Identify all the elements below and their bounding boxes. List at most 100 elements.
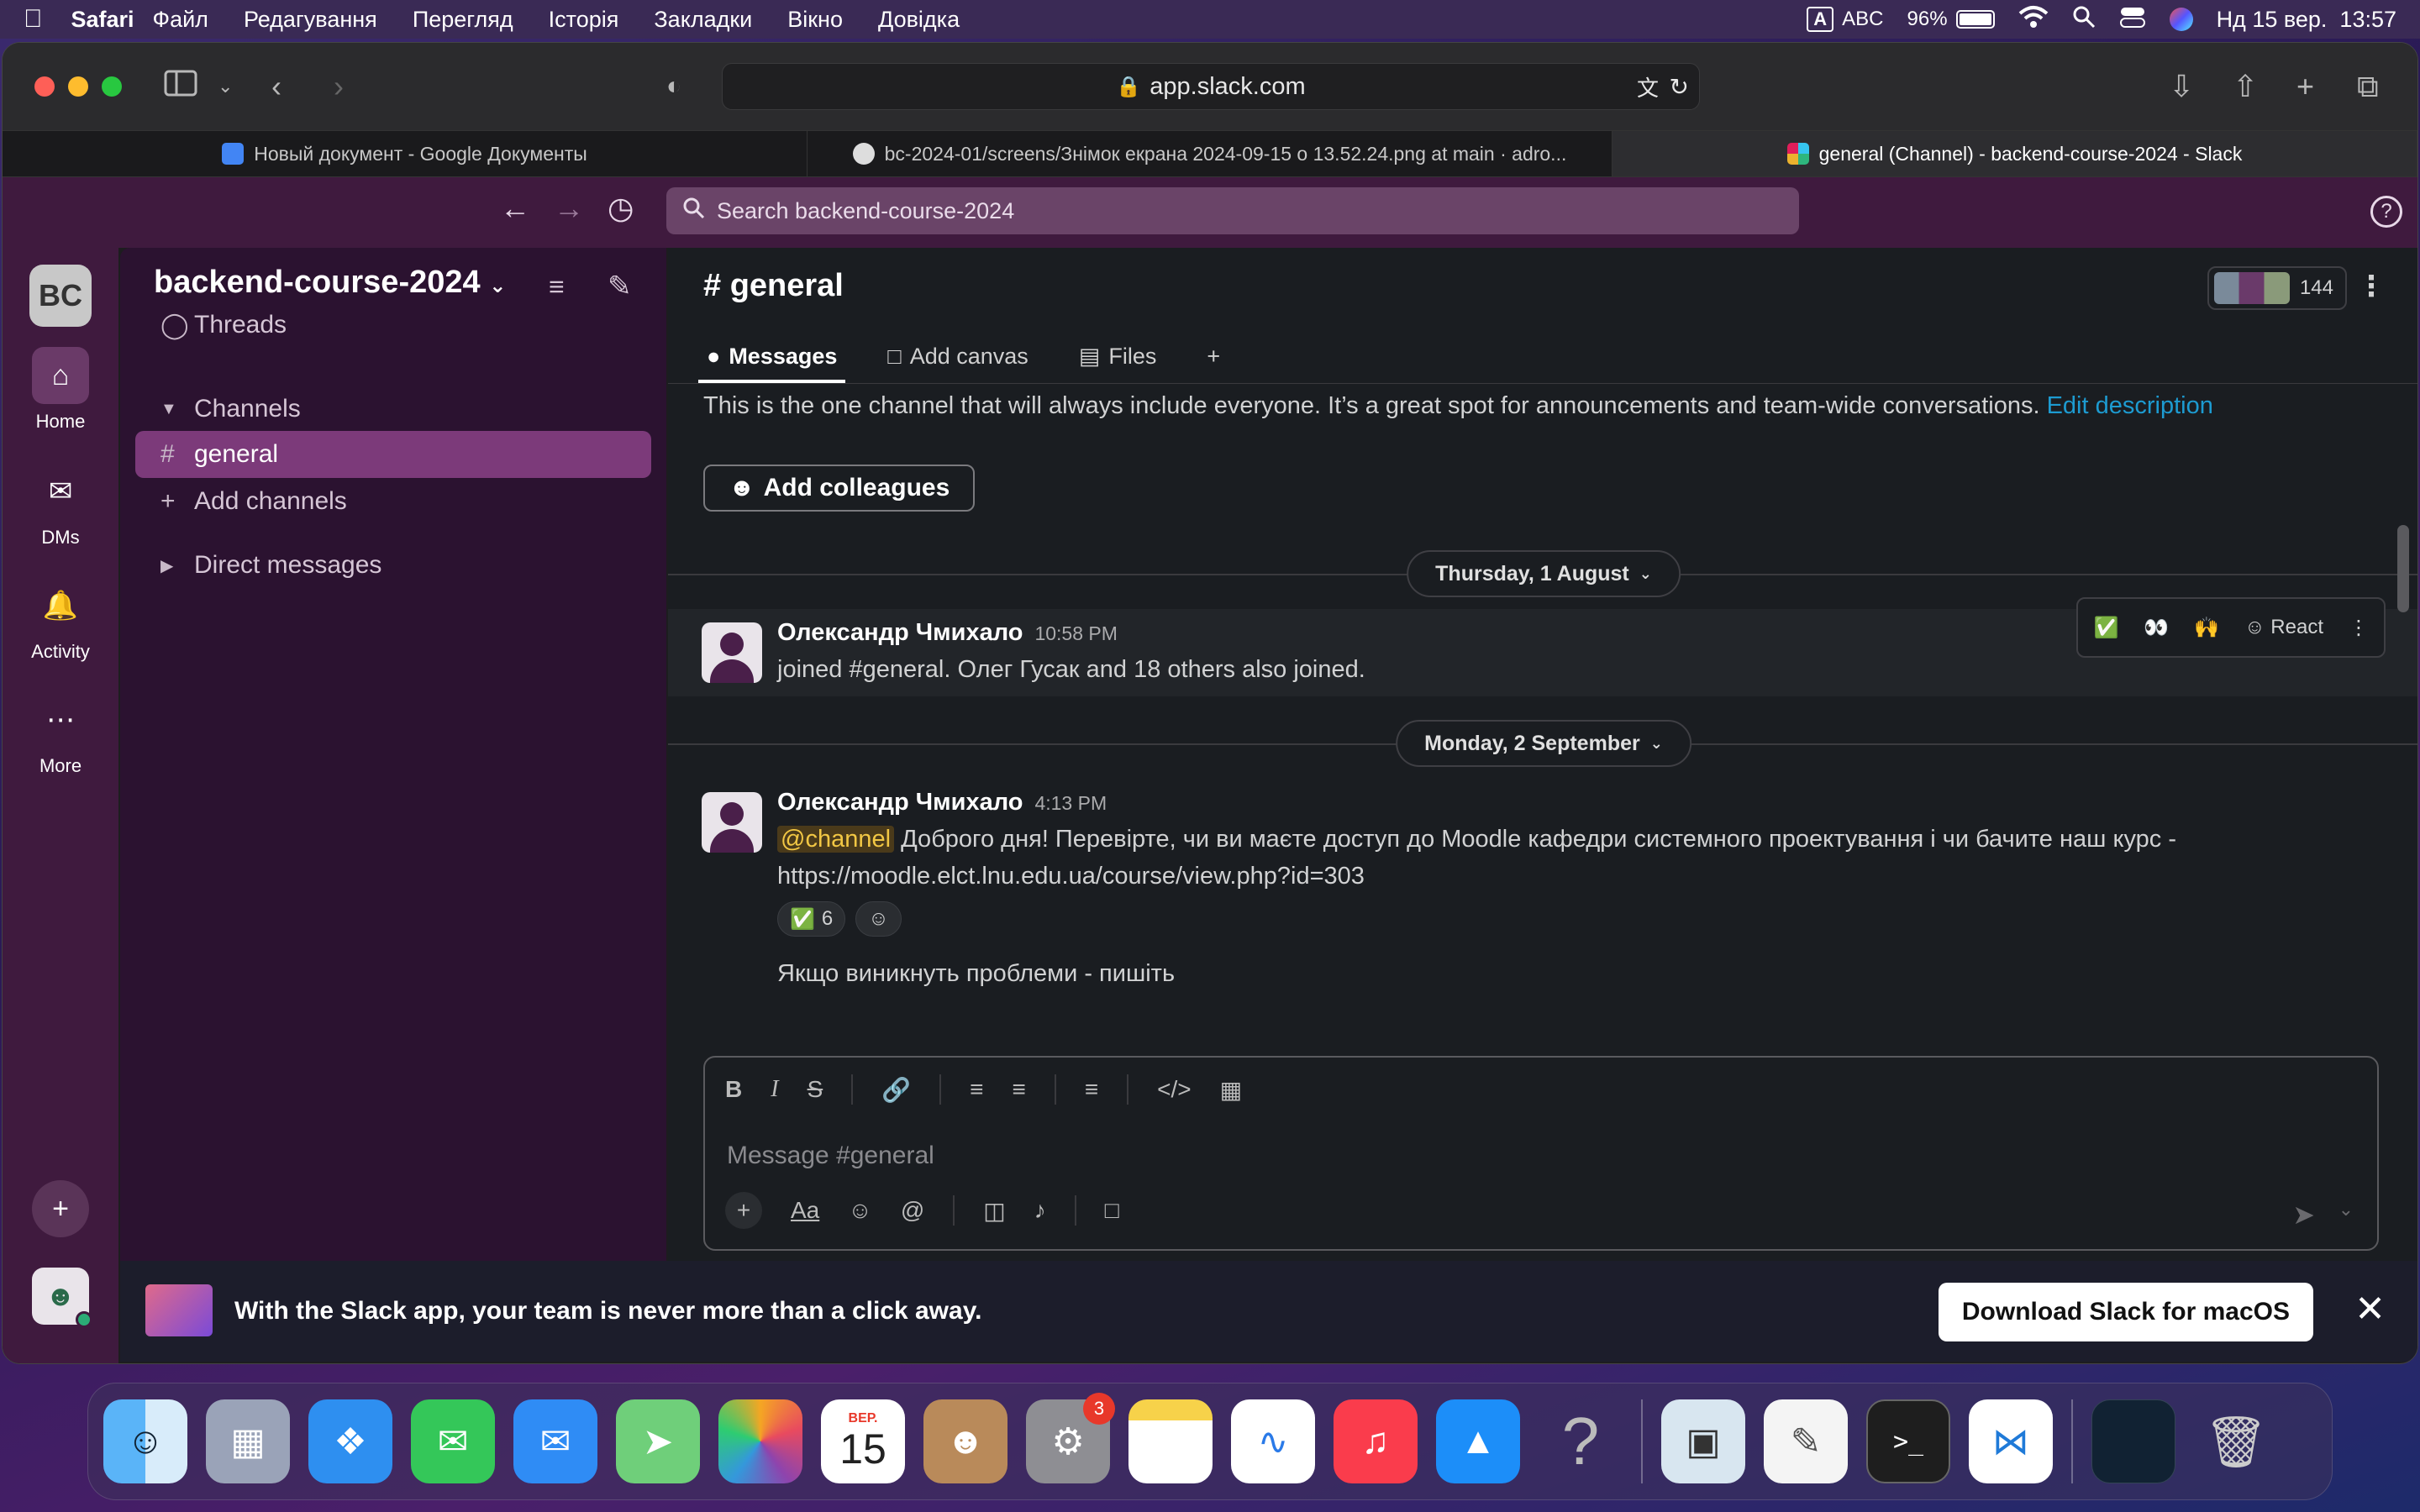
preview-icon[interactable]: ▣ [1661,1399,1745,1483]
message-author[interactable]: Олександр Чмихало 4:13 PM [777,789,1107,816]
workspace-name-button[interactable]: backend-course-2024 ⌄ [154,265,506,301]
react-button[interactable]: ☺ React [2244,616,2323,639]
check-emoji-icon[interactable]: ✅ [2093,616,2118,640]
input-source-label[interactable]: ABC [1842,8,1883,31]
menu-view[interactable]: Перегляд [413,7,513,33]
tab-google-docs[interactable]: Новый документ - Google Документы [3,131,808,176]
menu-edit[interactable]: Редагування [244,7,377,33]
downloads-icon[interactable]: ⇩ [2169,66,2194,107]
address-bar[interactable]: 🔒 app.slack.com 文 ↻ [722,63,1700,110]
close-icon[interactable]: ✕ [2354,1288,2386,1331]
code-block-icon[interactable]: ▦ [1220,1076,1242,1104]
sidebar-item-general[interactable]: # general [135,431,651,478]
photos-icon[interactable] [718,1399,802,1483]
microphone-icon[interactable]: ♪ [1034,1197,1046,1224]
avatar[interactable] [702,792,762,853]
slash-command-icon[interactable]: □ [1105,1197,1119,1224]
emoji-icon[interactable]: ☺ [848,1197,872,1224]
tab-files[interactable]: ▤ Files [1071,344,1165,383]
message-join[interactable]: Олександр Чмихало 10:58 PM joined #genera… [668,597,2417,696]
menu-file[interactable]: Файл [153,7,208,33]
tab-github[interactable]: bc-2024-01/screens/Знімок екрана 2024-09… [808,131,1612,176]
safari-icon[interactable]: ❖ [308,1399,392,1483]
message-time[interactable]: 10:58 PM [1034,622,1117,644]
attach-plus-icon[interactable]: + [725,1192,762,1229]
date-pill-1[interactable]: Thursday, 1 August ⌄ [1407,550,1681,597]
channel-mention[interactable]: @channel [777,826,895,853]
search-input[interactable]: Search backend-course-2024 [666,187,1799,234]
video-icon[interactable]: ◫ [983,1197,1005,1225]
strikethrough-icon[interactable]: S [808,1076,823,1103]
tab-messages[interactable]: ● Messages [698,344,846,383]
system-settings-icon[interactable]: ⚙ 3 [1026,1393,1115,1483]
slack-forward-icon[interactable]: → [554,191,584,226]
terminal-icon[interactable]: >_ [1866,1399,1950,1483]
control-center-icon[interactable] [2119,5,2146,34]
apple-icon[interactable]:  [24,5,43,34]
moodle-link[interactable]: https://moodle.elct.lnu.edu.ua/course/vi… [777,863,1365,890]
back-icon[interactable]: ‹ [271,66,281,107]
raised-hands-emoji-icon[interactable]: 🙌 [2194,616,2219,640]
translate-icon[interactable]: 文 [1637,71,1659,102]
battery-icon[interactable] [1955,10,1995,29]
menu-app-name[interactable]: Safari [71,7,134,33]
share-icon[interactable]: ⇧ [2233,66,2258,107]
edit-description-link[interactable]: Edit description [2047,392,2213,419]
tab-add-canvas[interactable]: □ Add canvas [879,344,1036,383]
rail-activity[interactable]: 🔔 Activity [3,577,118,663]
send-options-chevron-icon[interactable]: ⌄ [2338,1199,2354,1221]
siri-icon[interactable] [2169,8,2193,31]
bullet-list-icon[interactable]: ≡ [1012,1076,1025,1103]
bold-icon[interactable]: B [725,1076,742,1103]
url-text[interactable]: app.slack.com [1150,73,1305,101]
input-source-icon[interactable]: A [1807,7,1834,32]
add-reaction-button[interactable]: ☺ [855,901,902,937]
message-author[interactable]: Олександр Чмихало 10:58 PM [777,619,1118,647]
link-icon[interactable]: 🔗 [881,1076,911,1104]
avatar[interactable] [702,622,762,683]
reaction-check[interactable]: ✅ 6 [777,901,846,937]
sidebar-toggle-icon[interactable] [164,66,197,107]
history-icon[interactable]: ◷ [608,191,634,226]
message-input[interactable]: Message #general [727,1142,934,1170]
compose-icon[interactable]: ✎ [608,270,632,303]
filter-icon[interactable]: ≡ [549,271,565,302]
close-window-icon[interactable] [34,76,55,97]
unknown-app-icon[interactable]: ? [1539,1399,1623,1483]
app-store-icon[interactable]: ▲ [1436,1399,1520,1483]
chevron-down-icon[interactable]: ⌄ [218,66,233,107]
send-icon[interactable]: ➤ [2292,1199,2315,1231]
add-workspace-button[interactable]: + [3,1180,118,1244]
freeform-icon[interactable]: ∿ [1231,1399,1315,1483]
privacy-shield-icon[interactable]: ◐ [666,66,681,107]
maps-icon[interactable]: ➤ [616,1399,700,1483]
minimized-window-icon[interactable] [2091,1399,2175,1483]
finder-icon[interactable]: ☺ [103,1399,187,1483]
wifi-icon[interactable] [2018,5,2049,34]
minimize-window-icon[interactable] [68,76,88,97]
mention-icon[interactable]: @ [901,1197,924,1224]
download-slack-button[interactable]: Download Slack for macOS [1938,1283,2313,1341]
add-colleagues-button[interactable]: ☻ Add colleagues [703,465,976,512]
tab-slack[interactable]: general (Channel) - backend-course-2024 … [1612,131,2417,176]
messages-icon[interactable]: ✉ [411,1399,495,1483]
user-avatar[interactable]: ☻ [3,1268,118,1331]
slack-back-icon[interactable]: ← [500,191,530,226]
calendar-icon[interactable]: ВЕР. 15 [821,1399,905,1483]
code-icon[interactable]: </> [1157,1076,1191,1103]
trash-icon[interactable]: 🗑 [2194,1399,2278,1483]
message-announcement[interactable]: Олександр Чмихало 4:13 PM @channel Доброг… [668,779,2417,1056]
menu-help[interactable]: Довідка [878,7,960,33]
rail-home[interactable]: ⌂ Home [3,347,118,433]
launchpad-icon[interactable]: ▦ [206,1399,290,1483]
menu-bookmarks[interactable]: Закладки [654,7,752,33]
scrollbar[interactable] [2397,525,2409,612]
italic-icon[interactable]: I [771,1076,778,1103]
rail-more[interactable]: ⋯ More [3,691,118,777]
more-actions-icon[interactable]: ⋮ [2349,616,2369,640]
zoom-window-icon[interactable] [102,76,122,97]
blockquote-icon[interactable]: ≡ [1085,1076,1098,1103]
channel-kebab-icon[interactable]: ⋮ [2357,270,2386,303]
menu-history[interactable]: Історія [549,7,619,33]
add-tab-button[interactable]: + [1198,344,1228,383]
